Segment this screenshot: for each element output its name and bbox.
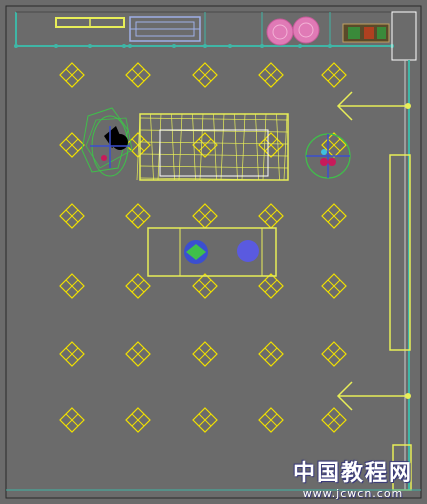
round-stool[interactable] <box>305 133 351 179</box>
light-symbol[interactable] <box>258 62 284 88</box>
top-viewport[interactable]: 中国教程网 www.jcwcn.com <box>0 0 427 504</box>
light-symbol[interactable] <box>125 407 151 433</box>
coffee-table[interactable] <box>147 227 277 277</box>
dining-table[interactable] <box>136 113 289 181</box>
wall-vertex-dot <box>88 44 92 48</box>
light-symbol[interactable] <box>59 62 85 88</box>
wall-vertex-dot <box>14 44 18 48</box>
wall-vertex-dot <box>328 44 332 48</box>
pink-plant-pots[interactable] <box>266 16 320 46</box>
wall-vertex-dot <box>54 44 58 48</box>
light-symbol[interactable] <box>258 341 284 367</box>
wall-vertex-dot <box>203 44 207 48</box>
light-symbol[interactable] <box>192 407 218 433</box>
light-symbol[interactable] <box>192 203 218 229</box>
light-symbol[interactable] <box>258 273 284 299</box>
light-symbol[interactable] <box>125 341 151 367</box>
light-symbol[interactable] <box>59 407 85 433</box>
floor-plan-scene[interactable] <box>0 0 427 504</box>
light-symbol[interactable] <box>125 62 151 88</box>
light-symbol[interactable] <box>321 203 347 229</box>
light-direction-arrow-bottom[interactable] <box>336 381 411 411</box>
wall-vertex-dot <box>128 44 132 48</box>
light-symbol[interactable] <box>321 62 347 88</box>
wall-vertex-dot <box>228 44 232 48</box>
watermark-url: www.jcwcn.com <box>302 487 404 500</box>
light-symbol[interactable] <box>125 273 151 299</box>
right-wall[interactable] <box>389 11 417 491</box>
light-symbol[interactable] <box>258 203 284 229</box>
left-chair-cluster[interactable] <box>81 107 133 177</box>
top-right-shelf[interactable] <box>342 23 390 43</box>
light-symbol[interactable] <box>192 62 218 88</box>
watermark: 中国教程网 www.jcwcn.com <box>293 455 413 500</box>
light-symbol[interactable] <box>321 407 347 433</box>
wall-vertex-dot <box>122 44 126 48</box>
light-symbol[interactable] <box>59 273 85 299</box>
light-symbol[interactable] <box>192 273 218 299</box>
top-sofa[interactable] <box>129 16 201 42</box>
light-symbol[interactable] <box>59 203 85 229</box>
watermark-title: 中国教程网 <box>292 461 413 486</box>
wall-vertex-dot <box>260 44 264 48</box>
light-symbol[interactable] <box>258 407 284 433</box>
wall-vertex-dot <box>298 44 302 48</box>
light-symbol[interactable] <box>192 341 218 367</box>
light-symbol[interactable] <box>258 132 284 158</box>
light-symbol[interactable] <box>321 341 347 367</box>
light-symbol[interactable] <box>59 132 85 158</box>
light-symbol[interactable] <box>321 273 347 299</box>
top-bench[interactable] <box>55 17 125 28</box>
light-symbol[interactable] <box>59 341 85 367</box>
light-direction-arrow-top[interactable] <box>336 91 411 121</box>
light-symbol[interactable] <box>192 132 218 158</box>
light-symbol[interactable] <box>125 203 151 229</box>
wall-vertex-dot <box>172 44 176 48</box>
